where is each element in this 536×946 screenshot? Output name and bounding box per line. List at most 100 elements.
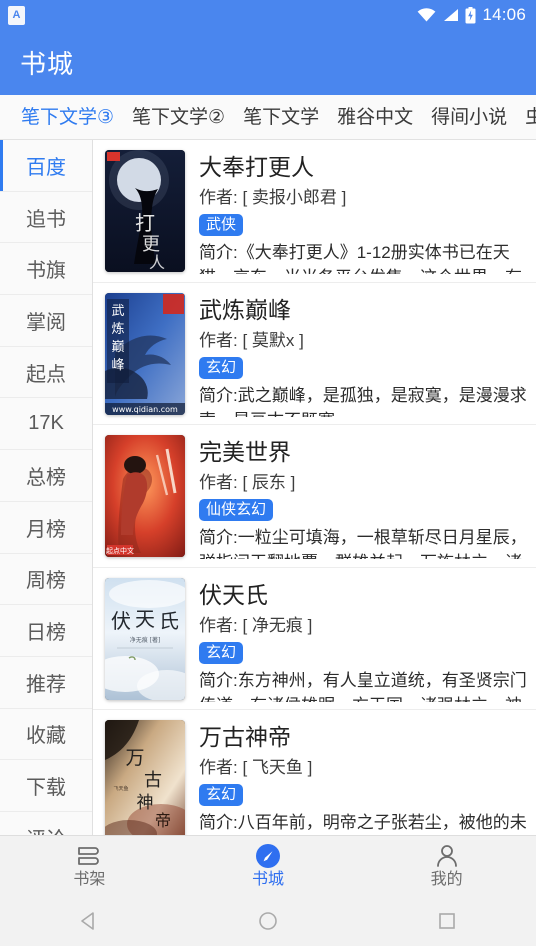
sidebar-item-13[interactable]: 评论 bbox=[0, 812, 92, 835]
app-window: A 14:06 书城 笔下文学③笔下文学②笔下文学雅谷中文得间小说虫 百度追书书… bbox=[0, 0, 536, 946]
svg-text:起点中文: 起点中文 bbox=[106, 546, 134, 555]
cover-wanmei-shijie: 起点中文 bbox=[105, 435, 185, 557]
book-author: 作者: [ 卖报小郎君 ] bbox=[199, 188, 347, 207]
sidebar-item-7[interactable]: 月榜 bbox=[0, 502, 92, 554]
svg-text:峰: 峰 bbox=[111, 358, 124, 373]
book-tag-row: 玄幻 bbox=[199, 781, 528, 806]
bottom-nav-item-2[interactable]: 我的 bbox=[357, 836, 536, 896]
back-button[interactable] bbox=[59, 910, 119, 932]
sidebar-item-label: 起点 bbox=[26, 363, 66, 386]
person-icon bbox=[436, 845, 457, 867]
source-tab-2[interactable]: 笔下文学 bbox=[234, 95, 328, 139]
bottom-nav-label: 书架 bbox=[73, 871, 106, 888]
compass-icon-wrap bbox=[255, 843, 281, 869]
cover-dafeng-dagengren: 打 更 人 bbox=[105, 150, 185, 272]
sidebar-item-2[interactable]: 书旗 bbox=[0, 243, 92, 296]
book-list-item[interactable]: 起点中文 完美世界 作者: [ 辰东 ] 仙侠玄幻 简介:一粒尘可填海，一根草斩尽日月… bbox=[93, 425, 536, 568]
sidebar-item-6[interactable]: 总榜 bbox=[0, 450, 92, 502]
sidebar-item-label: 周榜 bbox=[26, 570, 66, 593]
book-info: 完美世界作者: [ 辰东 ] 仙侠玄幻简介:一粒尘可填海，一根草斩尽日月星辰，弹指… bbox=[185, 435, 528, 567]
book-tag-row: 玄幻 bbox=[199, 639, 528, 664]
sidebar-item-3[interactable]: 掌阅 bbox=[0, 295, 92, 347]
bottom-nav-item-0[interactable]: 书架 bbox=[0, 836, 179, 896]
sidebar-item-9[interactable]: 日榜 bbox=[0, 605, 92, 657]
category-sidebar[interactable]: 百度追书书旗掌阅起点 17K 总榜月榜周榜日榜推荐收藏下载评论 bbox=[0, 140, 93, 835]
svg-text:人: 人 bbox=[149, 253, 165, 272]
status-bar-right: 14:06 bbox=[417, 5, 526, 25]
sidebar-item-label: 追书 bbox=[26, 208, 66, 231]
bookshelf-icon-wrap bbox=[76, 843, 102, 869]
book-title: 完美世界 bbox=[199, 439, 291, 465]
book-list-item[interactable]: 打 更 人 大奉打更人 作者: [ 卖报小郎君 ] 武侠 简介:《大奉打更人》1-12… bbox=[93, 140, 536, 283]
bottom-navigation[interactable]: 书架 书城 我的 bbox=[0, 835, 536, 896]
book-list[interactable]: 打 更 人 大奉打更人 作者: [ 卖报小郎君 ] 武侠 简介:《大奉打更人》1-12… bbox=[93, 140, 536, 835]
sidebar-item-5[interactable]: 17K bbox=[0, 398, 92, 451]
sidebar-item-label: 收藏 bbox=[26, 725, 66, 748]
page-title: 书城 bbox=[20, 49, 75, 79]
content-area: 百度追书书旗掌阅起点 17K 总榜月榜周榜日榜推荐收藏下载评论 打 更 人 大奉打更… bbox=[0, 140, 536, 835]
source-tab-5[interactable]: 虫 bbox=[516, 95, 536, 139]
wifi-icon bbox=[418, 8, 436, 22]
book-list-item[interactable]: 武 炼 巅 峰 www.qidian.com 武炼巅峰 作者: [ 莫默x ] 玄幻… bbox=[93, 283, 536, 425]
sidebar-item-0[interactable]: 百度 bbox=[0, 140, 92, 192]
source-tab-0[interactable]: 笔下文学③ bbox=[12, 95, 123, 139]
app-bar: 书城 bbox=[0, 30, 536, 95]
sidebar-item-label: 推荐 bbox=[26, 673, 66, 696]
book-info: 万古神帝 作者: [ 飞天鱼 ] 玄幻 简介:八百年前，明帝之子张若尘，被他的未 bbox=[185, 720, 528, 835]
sidebar-item-label: 评论 bbox=[26, 823, 66, 835]
sidebar-item-label: 下载 bbox=[26, 777, 66, 800]
svg-text:古: 古 bbox=[144, 770, 162, 791]
recents-button[interactable] bbox=[417, 910, 477, 932]
book-genre-badge: 仙侠玄幻 bbox=[199, 499, 274, 521]
svg-text:飞天鱼: 飞天鱼 bbox=[113, 785, 128, 792]
sidebar-item-label: 掌阅 bbox=[26, 311, 66, 334]
book-genre-badge: 玄幻 bbox=[199, 641, 244, 664]
status-bar: A 14:06 bbox=[0, 0, 536, 30]
book-tag-row: 武侠 bbox=[199, 211, 528, 236]
triangle-left-icon bbox=[81, 912, 95, 930]
book-info: 武炼巅峰作者: [ 莫默x ] 玄幻简介:武之巅峰，是孤独，是寂寞，是漫漫求索，是… bbox=[185, 293, 528, 425]
sidebar-item-label: 日榜 bbox=[26, 622, 66, 645]
sidebar-item-label: 17K bbox=[28, 412, 64, 435]
svg-text:氏: 氏 bbox=[159, 609, 179, 633]
circle-icon bbox=[259, 912, 277, 930]
svg-text:帝: 帝 bbox=[155, 811, 171, 830]
book-author: 作者: [ 辰东 ] bbox=[199, 473, 296, 492]
book-description: 简介:东方神州，有人皇立道统，有圣贤宗门传道，有诸侯雄踞一方王国，诸强林立，神 bbox=[199, 670, 527, 702]
bottom-nav-item-1[interactable]: 书城 bbox=[179, 836, 358, 896]
book-title: 大奉打更人 bbox=[199, 154, 314, 180]
sidebar-item-label: 月榜 bbox=[26, 518, 66, 541]
android-system-navigation[interactable] bbox=[0, 896, 536, 946]
source-tab-1[interactable]: 笔下文学② bbox=[123, 95, 234, 139]
source-tab-bar[interactable]: 笔下文学③笔下文学②笔下文学雅谷中文得间小说虫 bbox=[0, 95, 536, 140]
book-author: 作者: [ 飞天鱼 ] bbox=[199, 758, 313, 777]
svg-text:炼: 炼 bbox=[111, 322, 124, 337]
book-genre-badge: 武侠 bbox=[199, 214, 244, 236]
square-icon bbox=[438, 913, 455, 929]
sidebar-item-4[interactable]: 起点 bbox=[0, 347, 92, 399]
sidebar-item-12[interactable]: 下载 bbox=[0, 760, 92, 812]
book-tag-row: 仙侠玄幻 bbox=[199, 496, 528, 521]
cover-wulian-dianfeng: 武 炼 巅 峰 www.qidian.com bbox=[105, 292, 185, 415]
app-notification-letter: A bbox=[12, 8, 21, 21]
book-list-item[interactable]: 伏 天 氏 净无痕 [著] 伏天氏 作者: [ 净无痕 ] 玄幻 简介:东方神州，有人… bbox=[93, 568, 536, 710]
cover-wangu-shendi: 万 古 神 帝 飞天鱼 bbox=[105, 720, 185, 835]
book-genre-badge: 玄幻 bbox=[199, 784, 244, 806]
book-genre-badge: 玄幻 bbox=[199, 356, 244, 379]
source-tab-3[interactable]: 雅谷中文 bbox=[328, 95, 422, 139]
sidebar-item-label: 百度 bbox=[26, 156, 66, 179]
book-info: 大奉打更人 作者: [ 卖报小郎君 ] 武侠 简介:《大奉打更人》1-12册实体书已在… bbox=[185, 150, 528, 282]
sidebar-item-1[interactable]: 追书 bbox=[0, 192, 92, 244]
bottom-nav-label: 书城 bbox=[252, 871, 285, 888]
sidebar-item-8[interactable]: 周榜 bbox=[0, 554, 92, 606]
book-title: 武炼巅峰 bbox=[199, 296, 291, 323]
sidebar-item-11[interactable]: 收藏 bbox=[0, 709, 92, 761]
svg-text:武: 武 bbox=[111, 304, 124, 319]
sidebar-item-10[interactable]: 推荐 bbox=[0, 657, 92, 709]
book-title: 万古神帝 bbox=[199, 724, 291, 750]
signal-icon bbox=[444, 9, 459, 21]
home-button[interactable] bbox=[238, 910, 298, 932]
source-tab-4[interactable]: 得间小说 bbox=[422, 95, 516, 139]
book-list-item[interactable]: 万 古 神 帝 飞天鱼 万古神帝 作者: [ 飞天鱼 ] 玄幻 简介:八百年前，明帝之… bbox=[93, 710, 536, 835]
person-icon-wrap bbox=[434, 843, 460, 869]
